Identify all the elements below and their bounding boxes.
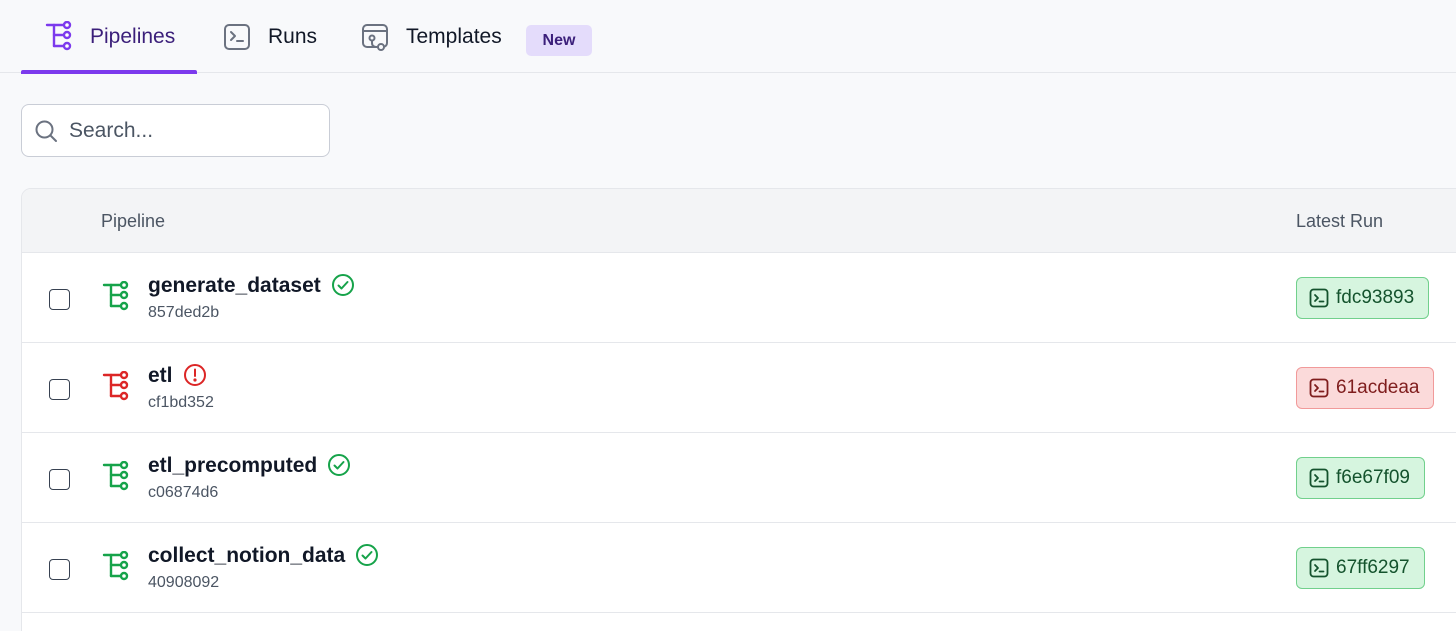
alert-circle-icon bbox=[183, 364, 206, 386]
tab-bar: Pipelines Runs Templates New bbox=[0, 0, 1456, 74]
pipeline-id: 40908092 bbox=[148, 574, 220, 591]
pipeline-name[interactable]: etl_precomputed bbox=[148, 453, 351, 478]
pipeline-icon bbox=[102, 551, 129, 581]
pipeline-icon bbox=[102, 461, 129, 491]
tab-templates[interactable]: Templates bbox=[360, 0, 502, 73]
latest-run-badge[interactable]: f6e67f09 bbox=[1296, 457, 1425, 499]
new-badge: New bbox=[526, 25, 592, 56]
latest-run-badge[interactable]: fdc93893 bbox=[1296, 277, 1430, 319]
row-checkbox[interactable] bbox=[49, 469, 70, 490]
terminal-icon bbox=[222, 22, 252, 52]
tab-runs[interactable]: Runs bbox=[222, 0, 317, 73]
template-icon bbox=[360, 22, 390, 52]
pipeline-id: c06874d6 bbox=[148, 484, 219, 501]
table-row[interactable]: etl_precomputed c06874d6 f6e67f09 bbox=[22, 433, 1456, 523]
pipeline-icon bbox=[102, 371, 129, 401]
latest-run-badge[interactable]: 67ff6297 bbox=[1296, 547, 1425, 589]
latest-run-badge[interactable]: 61acdeaa bbox=[1296, 367, 1435, 409]
pipeline-id: cf1bd352 bbox=[148, 394, 214, 411]
pipeline-id: 857ded2b bbox=[148, 304, 220, 321]
table-row[interactable]: etl cf1bd352 61acdeaa bbox=[22, 343, 1456, 433]
table-row[interactable]: collect_notion_data 40908092 67ff6297 bbox=[22, 523, 1456, 613]
check-circle-icon bbox=[328, 454, 351, 476]
check-circle-icon bbox=[331, 274, 354, 296]
tab-runs-label: Runs bbox=[268, 24, 318, 48]
tab-pipelines-label: Pipelines bbox=[90, 24, 176, 48]
pipeline-name[interactable]: etl bbox=[148, 363, 207, 388]
pipeline-icon bbox=[102, 281, 129, 311]
column-header-pipeline: Pipeline bbox=[101, 211, 166, 231]
pipeline-icon bbox=[44, 20, 74, 52]
terminal-icon bbox=[1309, 378, 1329, 398]
table-row[interactable]: generate_dataset 857ded2b fdc93893 bbox=[22, 253, 1456, 343]
pipelines-table: Pipeline Latest Run generate_dataset 857… bbox=[21, 188, 1456, 631]
check-circle-icon bbox=[356, 544, 379, 566]
search-icon bbox=[35, 120, 57, 142]
row-checkbox[interactable] bbox=[49, 379, 70, 400]
search-box bbox=[21, 104, 330, 157]
terminal-icon bbox=[1309, 468, 1329, 488]
terminal-icon bbox=[1309, 558, 1329, 578]
pipeline-name[interactable]: generate_dataset bbox=[148, 273, 355, 298]
tab-pipelines[interactable]: Pipelines bbox=[20, 0, 198, 74]
pipeline-name[interactable]: collect_notion_data bbox=[148, 543, 379, 568]
tab-templates-label: Templates bbox=[406, 24, 502, 48]
row-checkbox[interactable] bbox=[49, 289, 70, 310]
column-header-latest-run: Latest Run bbox=[1296, 211, 1384, 231]
row-checkbox[interactable] bbox=[49, 559, 70, 580]
search-input[interactable] bbox=[69, 105, 319, 156]
table-header: Pipeline Latest Run bbox=[22, 189, 1456, 253]
terminal-icon bbox=[1309, 288, 1329, 308]
